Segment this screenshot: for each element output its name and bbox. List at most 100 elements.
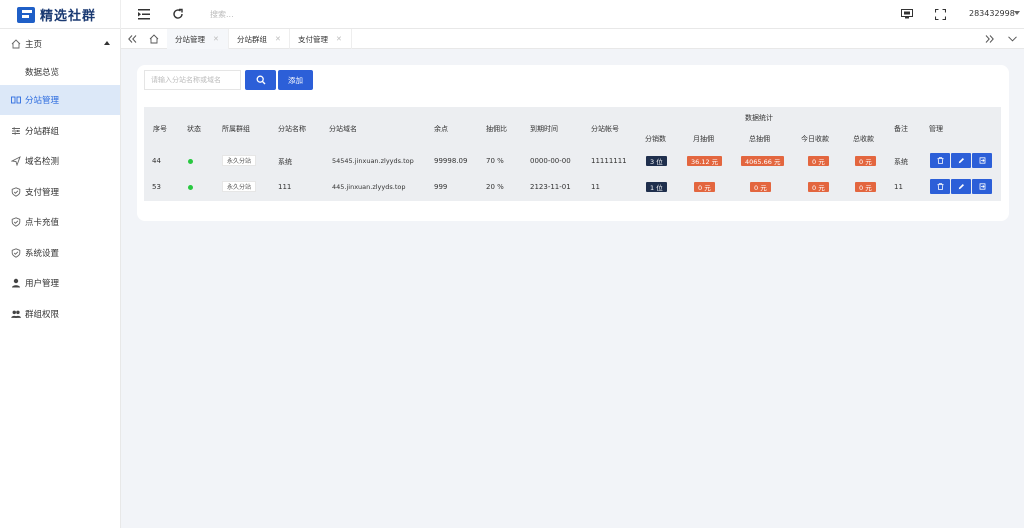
- cell-remark: 系统: [894, 158, 908, 166]
- cell-name: 系统: [278, 158, 292, 166]
- cell-domain[interactable]: 445.jinxuan.zlyyds.top: [332, 183, 405, 191]
- sidebar-item-payment[interactable]: 支付管理: [0, 177, 120, 207]
- refresh-icon[interactable]: [171, 7, 185, 21]
- main-card: 请输入分站名称或域名 添加 序号 状态 所属群组 分站名称 分站域名 余点 抽佣…: [137, 65, 1009, 221]
- edit-button[interactable]: [951, 179, 971, 194]
- total-comm-badge: 0 元: [750, 182, 771, 192]
- cell-remark: 11: [894, 183, 903, 191]
- sidebar-item-label: 主页: [25, 40, 43, 50]
- total-comm-badge: 4065.66 元: [741, 156, 785, 166]
- sidebar-item-label: 点卡充值: [25, 218, 60, 228]
- header-status: 状态: [187, 125, 201, 133]
- month-comm-badge: 0 元: [694, 182, 715, 192]
- header-data-stats: 数据统计: [745, 114, 773, 122]
- cell-expire: 0000-00-00: [530, 157, 571, 165]
- group-tag: 永久分站: [222, 181, 257, 192]
- sliders-icon: [11, 126, 21, 136]
- sidebar-item-label: 群组权限: [25, 310, 60, 320]
- menu-toggle-icon[interactable]: [137, 7, 151, 21]
- sidebar-item-substation-group[interactable]: 分站群组: [0, 116, 120, 146]
- pencil-icon: [958, 184, 964, 190]
- login-button[interactable]: [972, 153, 992, 168]
- sidebar-item-group-permission[interactable]: 群组权限: [0, 299, 120, 329]
- home-icon: [11, 39, 21, 49]
- today-income-badge: 0 元: [808, 156, 829, 166]
- month-comm-badge: 36.12 元: [687, 156, 723, 166]
- close-icon[interactable]: ✕: [275, 35, 281, 43]
- columns-icon: [11, 95, 21, 105]
- substation-table: 序号 状态 所属群组 分站名称 分站域名 余点 抽佣比 到期时间 分站帐号 数据…: [144, 107, 1001, 201]
- tab-label: 支付管理: [298, 34, 328, 44]
- tab-payment[interactable]: 支付管理 ✕: [290, 29, 352, 49]
- login-icon: [979, 183, 985, 190]
- logo-mark-icon: [17, 6, 35, 23]
- brand-logo[interactable]: 精选社群: [0, 0, 121, 29]
- send-icon: [11, 156, 21, 166]
- header-today-income: 今日收款: [801, 135, 829, 143]
- chevron-down-icon[interactable]: [1005, 32, 1019, 46]
- cell-id: 44: [152, 157, 161, 165]
- tab-substation-manage[interactable]: 分站管理 ✕: [167, 29, 229, 49]
- trash-icon: [937, 157, 943, 164]
- theme-icon[interactable]: [900, 7, 914, 21]
- sidebar-item-card-recharge[interactable]: 点卡充值: [0, 207, 120, 237]
- brand-name: 精选社群: [40, 9, 97, 24]
- substation-search-input[interactable]: 请输入分站名称或域名: [144, 70, 241, 90]
- header-group: 所属群组: [222, 125, 250, 133]
- tab-label: 分站管理: [175, 34, 205, 44]
- login-icon: [979, 157, 985, 164]
- header-account: 分站帐号: [591, 125, 619, 133]
- header-search-input[interactable]: 搜索...: [210, 9, 234, 20]
- close-icon[interactable]: ✕: [213, 35, 219, 43]
- sidebar-item-domain-check[interactable]: 域名检测: [0, 146, 120, 176]
- sidebar: 主页 数据总览 分站管理 分站群组 域名检测 支付管理 点卡充值 系统设置 用户…: [0, 29, 121, 528]
- add-button[interactable]: 添加: [278, 70, 313, 90]
- user-dropdown-caret-icon[interactable]: [1014, 11, 1020, 15]
- header-domain: 分站域名: [329, 125, 357, 133]
- tab-substation-group[interactable]: 分站群组 ✕: [229, 29, 290, 49]
- chevron-up-icon: [104, 41, 110, 45]
- sub-count-badge: 1 位: [646, 182, 667, 192]
- sidebar-item-label: 数据总览: [25, 68, 60, 78]
- shield-check-icon: [11, 248, 21, 258]
- status-dot: [188, 159, 193, 164]
- edit-button[interactable]: [951, 153, 971, 168]
- login-button[interactable]: [972, 179, 992, 194]
- fullscreen-icon[interactable]: [933, 7, 947, 21]
- cell-account: 11: [591, 183, 600, 191]
- cell-domain[interactable]: 54545.jinxuan.zlyyds.top: [332, 157, 414, 165]
- today-income-badge: 0 元: [808, 182, 829, 192]
- header-balance: 余点: [434, 125, 448, 133]
- sidebar-item-home[interactable]: 主页: [0, 29, 120, 59]
- sidebar-item-substation-manage[interactable]: 分站管理: [0, 85, 120, 115]
- header-total-income: 总收款: [853, 135, 874, 143]
- header-total-comm: 总抽佣: [749, 135, 770, 143]
- sidebar-item-label: 域名检测: [25, 157, 60, 167]
- trash-icon: [937, 183, 943, 190]
- cell-ratio: 70 %: [486, 157, 504, 165]
- cell-name: 111: [278, 183, 292, 191]
- sidebar-item-label: 用户管理: [25, 279, 60, 289]
- close-icon[interactable]: ✕: [336, 35, 342, 43]
- tab-bar: 分站管理 ✕ 分站群组 ✕ 支付管理 ✕: [121, 29, 1024, 49]
- pencil-icon: [958, 158, 964, 164]
- sidebar-item-data-overview[interactable]: 数据总览: [0, 57, 120, 87]
- username[interactable]: 283432998: [969, 9, 1015, 18]
- cell-balance: 999: [434, 183, 448, 191]
- cell-balance: 99998.09: [434, 157, 468, 165]
- search-button[interactable]: [245, 70, 276, 90]
- cell-id: 53: [152, 183, 161, 191]
- double-chevron-right-icon[interactable]: [982, 32, 996, 46]
- delete-button[interactable]: [930, 179, 950, 194]
- sidebar-item-label: 系统设置: [25, 249, 60, 259]
- sidebar-item-system-settings[interactable]: 系统设置: [0, 238, 120, 268]
- home-tab-icon[interactable]: [147, 32, 161, 46]
- header-manage: 管理: [929, 125, 943, 133]
- header-expire: 到期时间: [530, 125, 558, 133]
- delete-button[interactable]: [930, 153, 950, 168]
- sidebar-item-user-manage[interactable]: 用户管理: [0, 268, 120, 298]
- sub-count-badge: 3 位: [646, 156, 667, 166]
- sidebar-item-label: 支付管理: [25, 188, 60, 198]
- double-chevron-left-icon[interactable]: [125, 32, 139, 46]
- cell-account: 11111111: [591, 157, 627, 165]
